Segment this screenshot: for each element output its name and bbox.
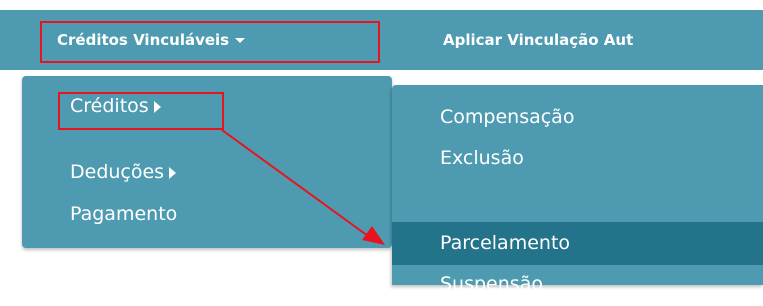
menu-item-deducoes[interactable]: Deduções [70,155,177,189]
nav-creditos-vinculaveis-dropdown[interactable]: Créditos Vinculáveis [57,10,246,70]
nav-aplicar-vinculacao[interactable]: Aplicar Vinculação Aut [443,10,633,70]
chevron-right-icon [153,100,161,113]
menu-item-pagamento-label: Pagamento [70,203,178,225]
menu-item-deducoes-label: Deduções [70,161,165,183]
submenu-item-compensacao-label: Compensação [440,106,575,128]
menu-item-pagamento[interactable]: Pagamento [70,197,177,231]
menu-item-creditos[interactable]: Créditos [70,89,161,123]
chevron-right-icon [169,166,177,179]
submenu-item-parcelamento[interactable]: Parcelamento [392,222,763,265]
creditos-submenu: Compensação Exclusão Parcelamento Suspen… [392,85,763,295]
submenu-item-suspensao-label: Suspensão [440,273,543,295]
top-navbar: Créditos Vinculáveis Aplicar Vinculação … [0,0,763,70]
submenu-item-suspensao[interactable]: Suspensão [392,263,763,306]
nav-aplicar-vinculacao-label: Aplicar Vinculação Aut [443,31,634,49]
caret-down-icon [235,38,246,43]
nav-creditos-vinculaveis-label: Créditos Vinculáveis [57,31,230,49]
submenu-item-exclusao[interactable]: Exclusão [392,137,763,180]
creditos-vinculaveis-menu: Créditos Deduções Pagamento [22,76,392,248]
menu-item-creditos-label: Créditos [70,95,149,117]
submenu-item-compensacao[interactable]: Compensação [392,96,763,139]
submenu-item-parcelamento-label: Parcelamento [440,232,571,254]
submenu-item-exclusao-label: Exclusão [440,147,524,169]
